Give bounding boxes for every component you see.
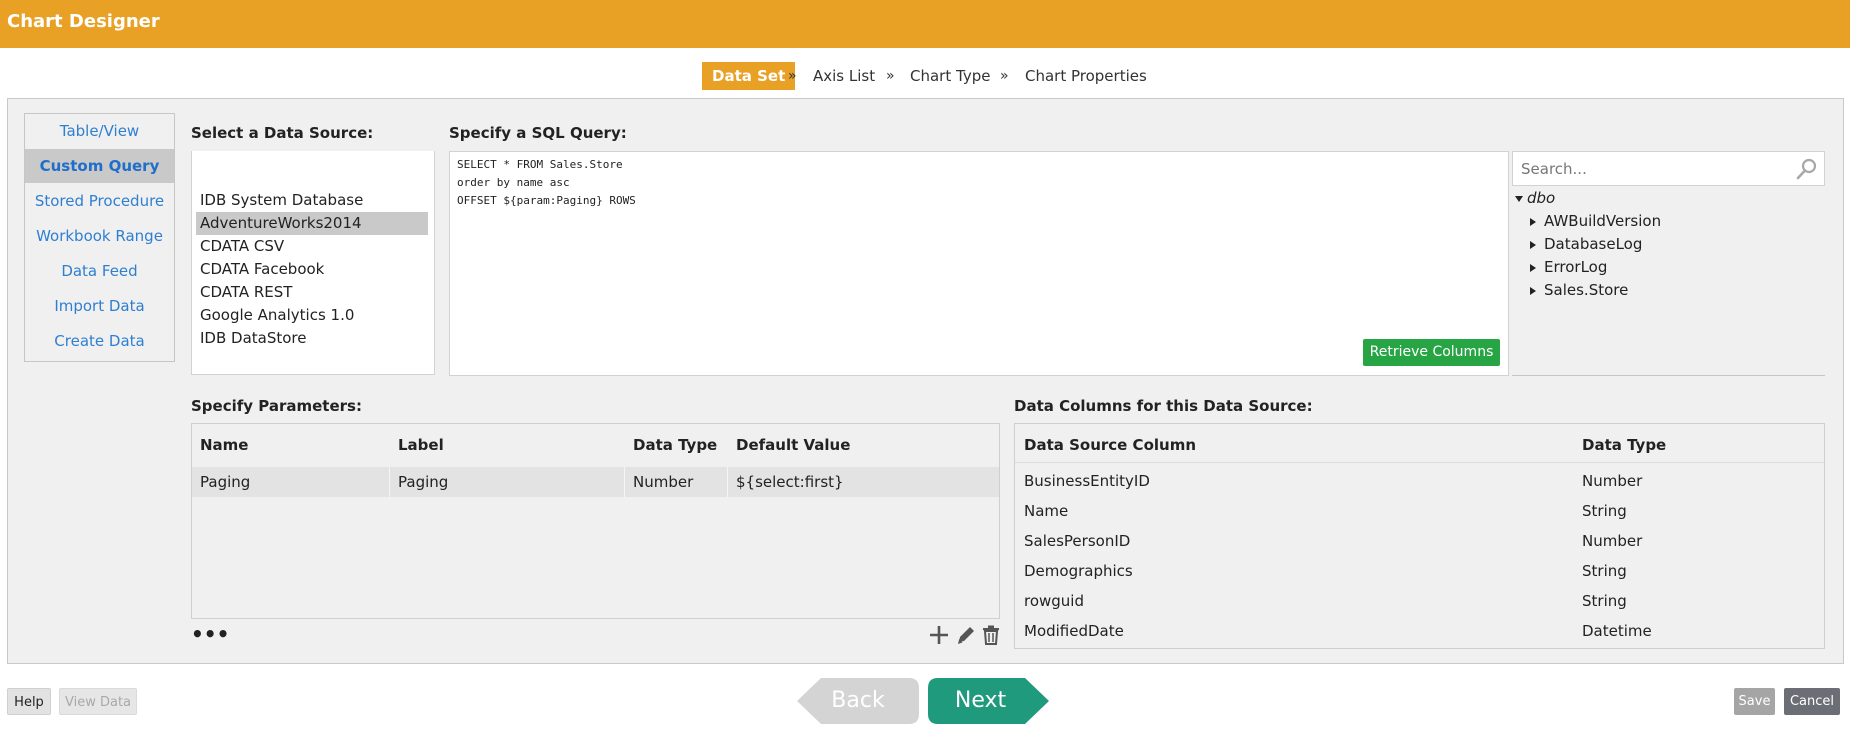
trash-icon[interactable] — [980, 624, 1002, 646]
title-bar: Chart Designer — [0, 0, 1850, 48]
column-name: BusinessEntityID — [1024, 472, 1150, 490]
datasource-list: IDB System Database AdventureWorks2014 C… — [191, 151, 435, 375]
table-row[interactable]: rowguid String — [1015, 586, 1824, 616]
sql-line: SELECT * FROM Sales.Store — [457, 158, 623, 171]
step-data-set[interactable]: Data Set — [702, 62, 796, 90]
column-name: Demographics — [1024, 562, 1133, 580]
step-axis-list[interactable]: Axis List — [813, 62, 875, 90]
step-separator: » — [1000, 68, 1009, 84]
nav-item-data-feed[interactable]: Data Feed — [25, 254, 174, 288]
search-icon[interactable] — [1796, 158, 1818, 180]
pencil-icon[interactable] — [955, 624, 977, 646]
nav-item-create-data[interactable]: Create Data — [25, 324, 174, 358]
plus-icon[interactable] — [928, 624, 950, 646]
column-type: String — [1582, 502, 1627, 520]
column-header-type: Data Type — [1582, 436, 1667, 454]
more-options-button[interactable]: ••• — [191, 624, 229, 644]
wizard-steps: Data Set » Axis List » Chart Type » Char… — [0, 62, 1850, 90]
nav-item-import-data[interactable]: Import Data — [25, 289, 174, 323]
query-heading: Specify a SQL Query: — [449, 124, 627, 142]
tree-node-table[interactable]: DatabaseLog — [1530, 235, 1642, 253]
column-header-default-value: Default Value — [736, 436, 851, 454]
view-data-button[interactable]: View Data — [59, 688, 137, 715]
tree-node-dbo[interactable]: dbo — [1515, 189, 1555, 207]
table-row[interactable]: Paging Paging Number ${select:first} — [192, 467, 999, 497]
back-button[interactable]: Back — [797, 678, 919, 724]
param-default-value: ${select:first} — [736, 473, 844, 491]
columns-heading: Data Columns for this Data Source: — [1014, 397, 1313, 415]
datasource-item[interactable]: CDATA Facebook — [196, 258, 428, 281]
column-name: SalesPersonID — [1024, 532, 1131, 550]
caret-right-icon — [1530, 286, 1536, 295]
nav-item-custom-query[interactable]: Custom Query — [25, 149, 174, 183]
column-type: String — [1582, 592, 1627, 610]
parameters-heading: Specify Parameters: — [191, 397, 362, 415]
schema-search-input[interactable] — [1521, 152, 1792, 185]
nav-item-workbook-range[interactable]: Workbook Range — [25, 219, 174, 253]
tree-node-label: dbo — [1527, 189, 1556, 207]
table-row[interactable]: Name String — [1015, 496, 1824, 526]
datasource-item[interactable]: Google Analytics 1.0 — [196, 304, 428, 327]
column-type: String — [1582, 562, 1627, 580]
tree-node-table[interactable]: ErrorLog — [1530, 258, 1607, 276]
column-header-source-column: Data Source Column — [1024, 436, 1197, 454]
app-title: Chart Designer — [7, 11, 160, 32]
caret-down-icon — [1515, 195, 1523, 202]
param-data-type: Number — [625, 467, 728, 497]
sql-query-editor[interactable]: SELECT * FROM Sales.Store order by name … — [449, 151, 1509, 376]
help-button[interactable]: Help — [7, 688, 51, 715]
schema-tree-panel: dbo AWBuildVersion DatabaseLog ErrorLog … — [1512, 151, 1825, 376]
data-columns-table: Data Source Column Data Type BusinessEnt… — [1014, 423, 1825, 649]
column-name: rowguid — [1024, 592, 1084, 610]
parameters-table: Name Label Data Type Default Value Pagin… — [191, 423, 1000, 619]
column-name: Name — [1024, 502, 1069, 520]
datasource-item[interactable]: IDB System Database — [196, 189, 428, 212]
step-separator: » — [788, 68, 797, 84]
source-type-nav: Table/View Custom Query Stored Procedure… — [24, 113, 175, 362]
column-type: Number — [1582, 472, 1643, 490]
datasource-item[interactable]: CDATA CSV — [196, 235, 428, 258]
table-row[interactable]: Demographics String — [1015, 556, 1824, 586]
retrieve-columns-button[interactable]: Retrieve Columns — [1363, 339, 1500, 366]
table-row[interactable]: BusinessEntityID Number — [1015, 466, 1824, 496]
table-row[interactable]: ModifiedDate Datetime — [1015, 616, 1824, 646]
column-header-data-type: Data Type — [633, 436, 718, 454]
schema-search — [1512, 151, 1825, 186]
column-type: Datetime — [1582, 622, 1652, 640]
column-header-label: Label — [398, 436, 444, 454]
next-label: Next — [954, 688, 1007, 713]
tree-node-label: ErrorLog — [1544, 258, 1608, 276]
next-button[interactable]: Next — [928, 678, 1049, 724]
caret-right-icon — [1530, 240, 1536, 249]
caret-right-icon — [1530, 217, 1536, 226]
tree-node-label: Sales.Store — [1544, 281, 1629, 299]
datasource-item[interactable]: IDB DataStore — [196, 327, 428, 350]
tree-node-table[interactable]: Sales.Store — [1530, 281, 1628, 299]
save-button[interactable]: Save — [1734, 688, 1775, 715]
nav-item-stored-procedure[interactable]: Stored Procedure — [25, 184, 174, 218]
step-chart-type[interactable]: Chart Type — [910, 62, 990, 90]
column-header-name: Name — [200, 436, 249, 454]
sql-line: OFFSET ${param:Paging} ROWS — [457, 194, 636, 207]
tree-node-label: AWBuildVersion — [1544, 212, 1662, 230]
sql-line: order by name asc — [457, 176, 570, 189]
param-label: Paging — [390, 467, 625, 497]
caret-right-icon — [1530, 263, 1536, 272]
column-name: ModifiedDate — [1024, 622, 1124, 640]
datasource-heading: Select a Data Source: — [191, 124, 374, 142]
header-divider — [1015, 462, 1824, 463]
datasource-item-selected[interactable]: AdventureWorks2014 — [196, 212, 428, 235]
back-label: Back — [831, 688, 885, 713]
column-type: Number — [1582, 532, 1643, 550]
table-row[interactable]: SalesPersonID Number — [1015, 526, 1824, 556]
datasource-item[interactable]: CDATA REST — [196, 281, 428, 304]
nav-item-table-view[interactable]: Table/View — [25, 114, 174, 148]
cancel-button[interactable]: Cancel — [1784, 688, 1840, 715]
tree-node-table[interactable]: AWBuildVersion — [1530, 212, 1661, 230]
param-name: Paging — [192, 467, 390, 497]
tree-node-label: DatabaseLog — [1544, 235, 1643, 253]
step-chart-properties[interactable]: Chart Properties — [1025, 62, 1147, 90]
step-separator: » — [886, 68, 895, 84]
